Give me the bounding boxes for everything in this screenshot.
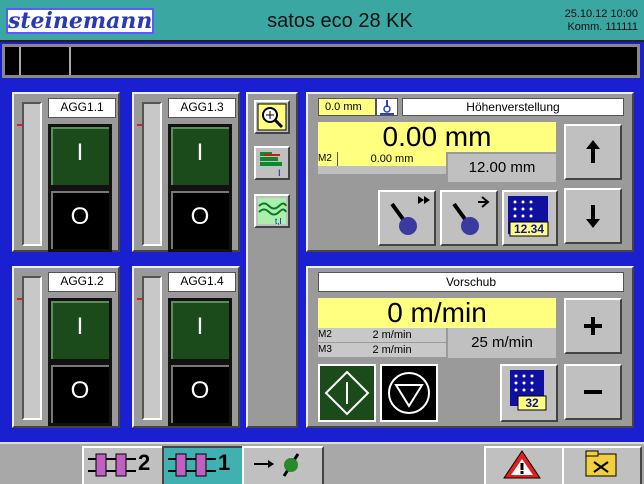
aggregate-label: AGG1.1 [48,98,116,118]
service-button[interactable] [562,446,642,484]
mode-2-button[interactable]: 2 [82,446,164,484]
keypad-icon [508,196,549,237]
conveyor-icon [88,453,136,477]
rotary-switch-fast-icon [390,196,430,235]
minus-icon [584,390,602,394]
service-folder-icon [585,450,617,477]
feed-keypad-button[interactable]: 32 [500,364,558,422]
aggregate-panel-agg1-1: AGG1.1 I O [12,92,120,252]
height-fast-move-button[interactable] [378,190,436,246]
height-panel-title: Höhenverstellung [402,98,624,116]
footer-bar: 2 1 [0,442,644,484]
aggregate-label: AGG1.2 [48,272,116,292]
process-view-button[interactable]: I [254,146,290,180]
aggregate-off-button[interactable]: O [168,362,232,426]
svg-text:I: I [278,168,281,178]
height-keypad-value: 12.34 [513,222,545,236]
mode-2-label: 2 [138,450,151,475]
level-marker [137,124,142,126]
height-keypad-button[interactable]: 12.34 [502,190,558,246]
aggregate-level-bar [22,276,42,420]
aggregate-level-bar [22,102,42,246]
feed-panel-title: Vorschub [318,272,624,292]
aggregate-panel-agg1-2: AGG1.2 I O [12,266,120,428]
process-chart-icon: I [260,152,282,178]
feed-m2-label: M2 [318,328,338,342]
height-display-filler [318,166,446,174]
feed-m2-value: 2 m/min [338,328,446,342]
alarm-button[interactable] [484,446,564,484]
start-diamond-icon [324,370,370,416]
stop-triangle-icon [388,372,430,414]
height-adjustment-panel: 0.0 mm Höhenverstellung 0.00 mm M2 0.00 … [306,92,634,252]
svg-text:t,I: t,I [275,217,282,226]
feed-target-value[interactable]: 25 m/min [448,328,556,358]
zoom-button[interactable] [254,100,290,134]
arrow-to-switch-icon [254,453,300,477]
height-position-move-button[interactable] [440,190,498,246]
feed-m3-label: M3 [318,343,338,357]
aggregate-off-button[interactable]: O [48,362,112,426]
feed-m3-value: 2 m/min [338,343,446,357]
message-divider [69,47,71,75]
height-down-button[interactable] [564,188,622,244]
aggregate-on-button[interactable]: I [168,124,232,188]
aggregate-panel-agg1-3: AGG1.3 I O [132,92,240,252]
height-m2-value: 0.00 mm [338,152,446,166]
aggregate-on-button[interactable]: I [48,124,112,188]
aggregate-off-button[interactable]: O [48,188,112,252]
machine-title: satos eco 28 KK [267,10,413,32]
level-marker [137,298,142,300]
message-bar [2,44,640,78]
level-marker [17,298,22,300]
rotary-switch-target-icon [452,196,490,235]
conveyor-icon [168,453,216,477]
trend-view-button[interactable]: t,I [254,194,290,228]
magnifier-icon [257,103,287,131]
switch-mode-button[interactable] [242,446,324,484]
aggregate-level-bar [142,276,162,420]
wave-chart-icon: t,I [258,198,287,226]
measure-icon [380,100,394,115]
header-bar: steinemann satos eco 28 KK 25.10.12 10:0… [0,0,644,42]
arrow-down-icon [586,205,600,228]
keypad-icon [510,370,547,411]
height-up-button[interactable] [564,124,622,180]
feed-increase-button[interactable] [564,298,622,354]
height-main-display: 0.00 mm [318,122,556,152]
feed-main-display: 0 m/min [318,298,556,328]
feed-start-button[interactable] [318,364,376,422]
arrow-up-icon [586,140,600,163]
machine-hmi-screen: steinemann satos eco 28 KK 25.10.12 10:0… [0,0,644,484]
brand-logo: steinemann [6,8,154,34]
height-sensor-icon [376,98,398,116]
mode-1-label: 1 [218,450,231,475]
mode-1-button[interactable]: 1 [162,446,244,484]
message-divider [19,47,21,75]
order-number: Komm. 111111 [567,21,638,33]
datetime-block: 25.10.12 10:00 Komm. 111111 [520,8,638,34]
aggregate-label: AGG1.3 [168,98,236,118]
height-m2-label: M2 [318,152,338,166]
feed-decrease-button[interactable] [564,364,622,420]
aggregate-on-button[interactable]: I [48,298,112,362]
feed-panel: Vorschub 0 m/min M2 2 m/min M3 2 m/min 2… [306,266,634,428]
plus-icon [584,317,602,335]
height-target-value[interactable]: 12.00 mm [448,154,556,182]
aggregate-on-button[interactable]: I [168,298,232,362]
aggregate-panel-agg1-4: AGG1.4 I O [132,266,240,428]
tool-column: I t,I [246,92,298,428]
level-marker [17,124,22,126]
feed-keypad-value: 32 [525,396,539,410]
aggregate-level-bar [142,102,162,246]
aggregate-off-button[interactable]: O [168,188,232,252]
date-time: 25.10.12 10:00 [564,8,638,20]
aggregate-label: AGG1.4 [168,272,236,292]
warning-icon [503,450,541,479]
height-current-value: 0.0 mm [318,98,376,116]
feed-stop-button[interactable] [380,364,438,422]
